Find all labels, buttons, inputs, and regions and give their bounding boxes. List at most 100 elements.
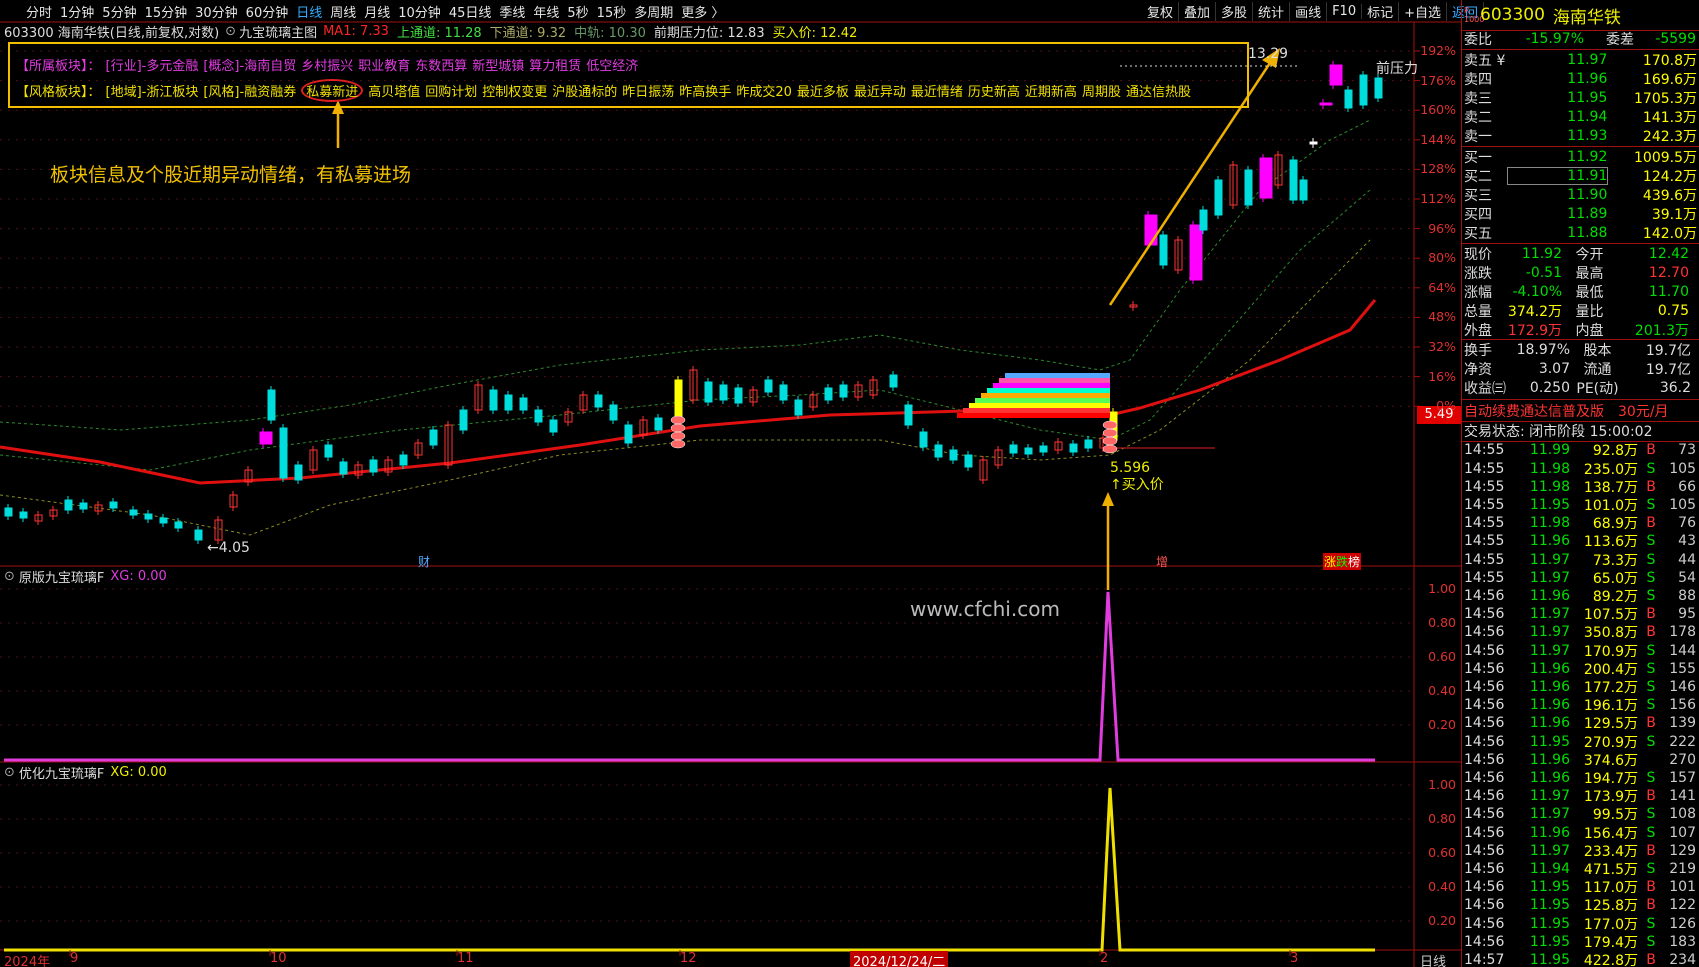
tick-row: 14:56 11.96 129.5万 B 139 <box>1464 714 1697 733</box>
tick-volume: 196.1万 <box>1583 698 1638 715</box>
bid-row[interactable]: 买三 11.90 439.6万 <box>1464 185 1697 204</box>
style-tag[interactable]: [地域]-浙江板块 <box>106 81 199 100</box>
toolbar-button[interactable]: 标记 <box>1362 1 1400 21</box>
style-tag[interactable]: 沪股通标的 <box>552 81 617 100</box>
period-tab[interactable]: 日线 <box>292 2 326 21</box>
candle-body <box>519 397 528 411</box>
toolbar-button[interactable]: +自选 <box>1399 1 1448 21</box>
style-tag[interactable]: 昨日振荡 <box>622 81 674 100</box>
toolbar-button[interactable]: F10 <box>1327 3 1363 19</box>
ask-row[interactable]: 卖一 11.93 242.3万 <box>1464 126 1697 145</box>
marker-increase[interactable]: 增 <box>1156 553 1168 570</box>
tick-time: 14:56 <box>1464 860 1505 877</box>
industry-tag[interactable]: 东数西算 <box>415 55 467 74</box>
high-price-label: 13.29 <box>1248 46 1289 62</box>
bid-row[interactable]: 买五 11.88 142.0万 <box>1464 223 1697 242</box>
tick-price: 11.95 <box>1529 897 1570 914</box>
tick-price: 11.97 <box>1529 624 1570 641</box>
period-tab[interactable]: 月线 <box>360 2 394 21</box>
candle-body <box>889 374 898 388</box>
tick-row: 14:55 11.95 101.0万 S 105 <box>1464 496 1697 515</box>
ad-text[interactable]: 自动续费通达信普及版 <box>1464 401 1604 421</box>
style-tag[interactable]: 周期股 <box>1082 81 1121 100</box>
tick-price: 11.98 <box>1529 460 1570 477</box>
bid-row[interactable]: 买四 11.89 39.1万 <box>1464 204 1697 223</box>
tick-time: 14:55 <box>1464 551 1505 568</box>
style-tag[interactable]: [风格]-融资融券 <box>203 81 296 100</box>
period-tab[interactable]: 45日线 <box>445 2 496 21</box>
fund-value: 19.7亿 <box>1645 361 1691 378</box>
tick-price: 11.96 <box>1529 697 1570 714</box>
style-tag[interactable]: 昨成交20 <box>736 81 792 100</box>
style-tag[interactable]: 最近情绪 <box>911 81 963 100</box>
period-tab[interactable]: 1分钟 <box>56 2 98 21</box>
period-tab[interactable]: 周线 <box>326 2 360 21</box>
period-tab[interactable]: 多周期 <box>630 2 677 21</box>
style-tag[interactable]: 昨高换手 <box>679 81 731 100</box>
period-tab[interactable]: 年线 <box>529 2 563 21</box>
toolbar-button[interactable]: 多股 <box>1216 1 1254 21</box>
style-tag[interactable]: 私募新进 <box>301 78 364 102</box>
toolbar-button[interactable]: 画线 <box>1290 1 1328 21</box>
tick-volume: 101.0万 <box>1583 497 1638 514</box>
industry-tag[interactable]: 新型城镇 <box>472 55 524 74</box>
style-tag[interactable]: 回购计划 <box>425 81 477 100</box>
volume-profile-bar <box>975 398 1110 403</box>
period-tab[interactable]: 10分钟 <box>394 2 445 21</box>
chart-canvas[interactable] <box>0 0 1461 967</box>
tick-time: 14:55 <box>1464 442 1505 459</box>
tick-row: 14:56 11.96 177.2万 S 146 <box>1464 678 1697 697</box>
tick-count: 66 <box>1678 478 1696 495</box>
ask-row[interactable]: 卖五 ¥ 11.97 170.8万 <box>1464 50 1697 69</box>
industry-tag[interactable]: 乡村振兴 <box>301 55 353 74</box>
volume-profile-bar <box>969 403 1110 408</box>
ad-row[interactable]: 自动续费通达信普及版 30元/月 <box>1464 401 1697 420</box>
period-tab[interactable]: 15秒 <box>593 2 631 21</box>
ask-row[interactable]: 卖三 11.95 1705.3万 <box>1464 88 1697 107</box>
ad-price[interactable]: 30元/月 <box>1618 401 1669 421</box>
ask-price: 11.97 <box>1567 51 1608 68</box>
style-tag[interactable]: 最近多板 <box>797 81 849 100</box>
indicator-name[interactable]: 九宝琉璃主图 <box>239 22 317 41</box>
style-tag[interactable]: 最近异动 <box>854 81 906 100</box>
period-tab[interactable]: 60分钟 <box>242 2 293 21</box>
toolbar-button[interactable]: 复权 <box>1142 1 1180 21</box>
industry-tag[interactable]: 算力租赁 <box>529 55 581 74</box>
bid-row[interactable]: 买二 11.91 124.2万 <box>1464 166 1697 185</box>
ask-row[interactable]: 卖二 11.94 141.3万 <box>1464 107 1697 126</box>
industry-tag[interactable]: 低空经济 <box>586 55 638 74</box>
stock-title[interactable]: 603300 海南华铁(日线,前复权,对数) <box>4 22 219 41</box>
period-tab[interactable]: 分时 <box>22 2 56 21</box>
industry-tag[interactable]: [概念]-海南自贸 <box>203 55 296 74</box>
period-tab[interactable]: 15分钟 <box>141 2 192 21</box>
style-tag[interactable]: 高贝塔值 <box>368 81 420 100</box>
marker-limit-list[interactable]: 涨跌榜 <box>1323 553 1362 570</box>
bid-row[interactable]: 买一 11.92 1009.5万 <box>1464 147 1697 166</box>
panel2-dot-icon[interactable]: ⊙ <box>4 765 15 780</box>
marker-finance[interactable]: 财 <box>418 553 430 570</box>
period-tab[interactable]: 5秒 <box>563 2 592 21</box>
style-tag[interactable]: 通达信热股 <box>1126 81 1191 100</box>
industry-tag[interactable]: 职业教育 <box>358 55 410 74</box>
style-tag[interactable]: 近期新高 <box>1025 81 1077 100</box>
bid-label: 买二 <box>1464 168 1492 185</box>
panel2-title[interactable]: 优化九宝琉璃F <box>19 763 104 782</box>
toolbar-button[interactable]: 统计 <box>1253 1 1291 21</box>
tick-side: S <box>1646 587 1656 604</box>
tick-volume: 233.4万 <box>1583 843 1638 860</box>
tick-side: S <box>1646 496 1656 513</box>
sector-info-box: 【所属板块】： [行业]-多元金融 [概念]-海南自贸 乡村振兴 职业教育 东数西算 新型… <box>8 42 1249 108</box>
style-tag[interactable]: 控制权变更 <box>482 81 547 100</box>
toolbar-button[interactable]: 叠加 <box>1179 1 1217 21</box>
period-tab[interactable]: 5分钟 <box>98 2 140 21</box>
style-tag[interactable]: 历史新高 <box>968 81 1020 100</box>
panel1-dot-icon[interactable]: ⊙ <box>4 569 15 584</box>
industry-tag[interactable]: [行业]-多元金融 <box>106 55 199 74</box>
panel1-title[interactable]: 原版九宝琉璃F <box>19 567 104 586</box>
quote-key: 内盘 <box>1575 322 1604 339</box>
period-tab[interactable]: 更多 〉 <box>677 2 728 21</box>
ask-row[interactable]: 卖四 11.96 169.6万 <box>1464 69 1697 88</box>
period-tab[interactable]: 季线 <box>495 2 529 21</box>
indicator-dot-icon[interactable]: ⊙ <box>225 24 236 39</box>
period-tab[interactable]: 30分钟 <box>191 2 242 21</box>
